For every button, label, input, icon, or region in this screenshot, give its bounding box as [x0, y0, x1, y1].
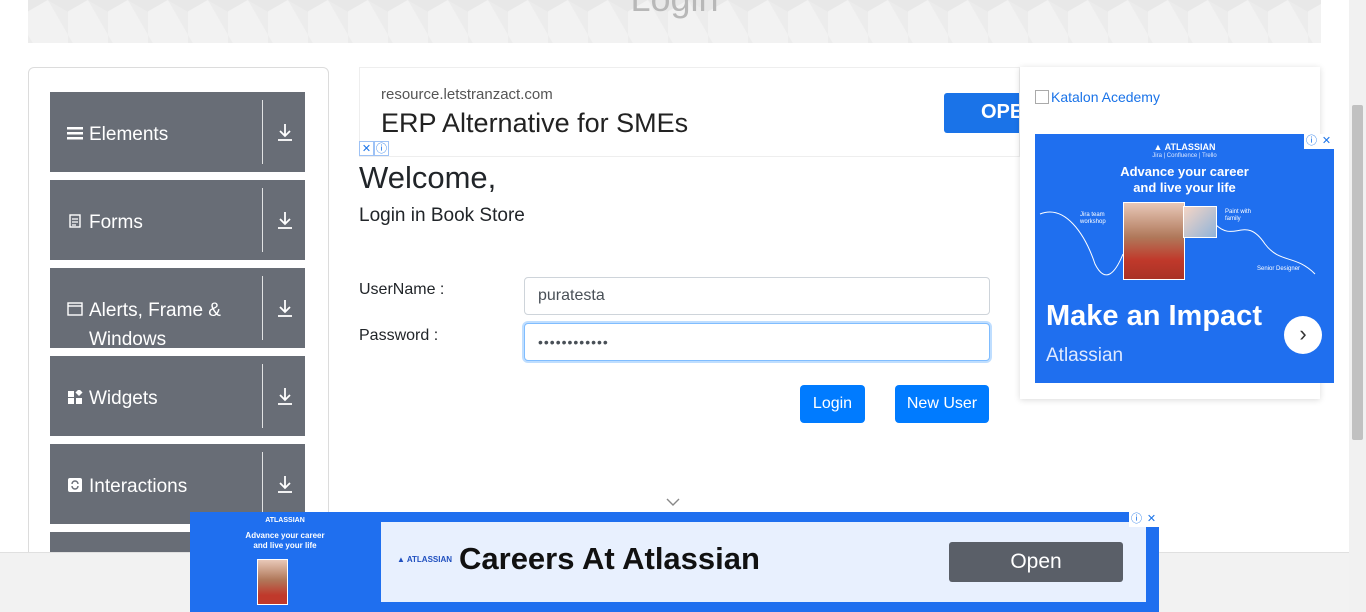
login-subtitle: Login in Book Store: [359, 205, 525, 226]
chevron-down-icon[interactable]: [666, 497, 680, 507]
info-icon[interactable]: ⓘ: [374, 141, 389, 156]
atlassian-logo: ▲ ATLASSIAN: [397, 555, 453, 564]
ad-choices[interactable]: ✕ ⓘ: [359, 141, 389, 156]
person-photo: [1123, 202, 1185, 280]
atlassian-logo: ▲ ATLASSIAN: [1153, 142, 1216, 152]
welcome-heading: Welcome,: [359, 160, 497, 195]
katalon-alt-text: Katalon Acedemy: [1051, 89, 1160, 105]
person-photo: [257, 559, 288, 605]
atlassian-logo: ATLASSIAN: [265, 517, 305, 524]
window-icon: [67, 301, 83, 317]
page: Login Elements Forms: [0, 0, 1366, 612]
divider: [262, 188, 263, 252]
document-icon: [67, 213, 83, 229]
password-label: Password :: [359, 327, 439, 344]
scrollbar-thumb[interactable]: [1352, 105, 1363, 440]
close-icon[interactable]: ✕: [1144, 512, 1159, 527]
ad-open-button[interactable]: Open: [949, 542, 1123, 582]
broken-image-icon: [1035, 90, 1049, 104]
hamburger-icon: [67, 125, 83, 141]
sidebar-group-forms[interactable]: Forms: [50, 180, 305, 260]
katalon-ad-link[interactable]: Katalon Acedemy: [1035, 89, 1160, 105]
note-paint: Paint with family: [1225, 209, 1252, 222]
ad-advertiser: Atlassian: [1046, 345, 1124, 366]
username-input[interactable]: [524, 277, 990, 315]
new-user-button[interactable]: New User: [895, 385, 989, 423]
sidebar-group-label: Interactions: [89, 476, 188, 497]
ad-headline[interactable]: Make an Impact: [1046, 300, 1262, 333]
widgets-icon: [67, 389, 83, 405]
ad-thumbnail: ATLASSIAN Advance your career and live y…: [190, 512, 380, 612]
sidebar-group-alerts[interactable]: Alerts, Frame & Windows: [50, 268, 305, 350]
info-icon[interactable]: ⓘ: [1129, 512, 1144, 527]
sidebar-group-elements[interactable]: Elements: [50, 92, 305, 172]
thumb-tagline: Advance your career and live your life: [245, 531, 325, 550]
interactions-icon: [67, 477, 83, 493]
sidebar-group-label: Alerts, Frame & Windows: [89, 300, 221, 350]
username-label: UserName :: [359, 281, 445, 298]
close-icon[interactable]: ✕: [359, 141, 374, 156]
ad-choices[interactable]: ⓘ ✕: [1129, 512, 1159, 527]
atlassian-products: Jira | Confluence | Trello: [1152, 153, 1217, 159]
sidebar-group-label: Widgets: [89, 388, 158, 409]
page-title: Login: [28, 0, 1321, 20]
download-arrow-icon[interactable]: [277, 210, 293, 230]
atlassian-ad[interactable]: ⓘ ✕ ▲ ATLASSIAN Jira | Confluence | Trel…: [1035, 134, 1334, 383]
login-button[interactable]: Login: [800, 385, 865, 423]
header-banner: Login: [28, 0, 1321, 43]
vertical-scrollbar[interactable]: [1349, 0, 1366, 612]
sidebar-group-widgets[interactable]: Widgets: [50, 356, 305, 436]
download-arrow-icon[interactable]: [277, 298, 293, 318]
password-input[interactable]: ••••••••••••: [524, 323, 990, 361]
sidebar-group-label: Forms: [89, 212, 143, 233]
divider: [262, 100, 263, 164]
ad-banner-bottom[interactable]: ATLASSIAN Advance your career and live y…: [190, 512, 1159, 612]
ad-tagline: Advance your career and live your life: [1120, 164, 1249, 195]
ad-sidebar-right[interactable]: Katalon Acedemy ⓘ ✕ ▲ ATLASSIAN Jira | C…: [1020, 67, 1334, 399]
divider: [262, 364, 263, 428]
download-arrow-icon[interactable]: [277, 386, 293, 406]
download-arrow-icon[interactable]: [277, 122, 293, 142]
ad-open-button[interactable]: OPE: [944, 93, 1019, 133]
ad-headline[interactable]: Careers At Atlassian: [459, 541, 760, 577]
ad-headline[interactable]: ERP Alternative for SMEs: [381, 108, 688, 139]
divider: [262, 452, 263, 516]
sidebar-group-label: Elements: [89, 124, 169, 145]
ad-url: resource.letstranzact.com: [381, 86, 553, 103]
family-photo: [1183, 206, 1217, 238]
note-jira: Jira team workshop: [1080, 212, 1106, 225]
divider: [262, 276, 263, 340]
note-designer: Senior Designer: [1257, 266, 1301, 272]
chevron-right-icon[interactable]: ›: [1284, 316, 1322, 354]
download-arrow-icon[interactable]: [277, 474, 293, 494]
ad-banner-top[interactable]: resource.letstranzact.com ERP Alternativ…: [359, 67, 1020, 157]
ad-panel[interactable]: ▲ ATLASSIAN Careers At Atlassian Open: [381, 522, 1146, 602]
